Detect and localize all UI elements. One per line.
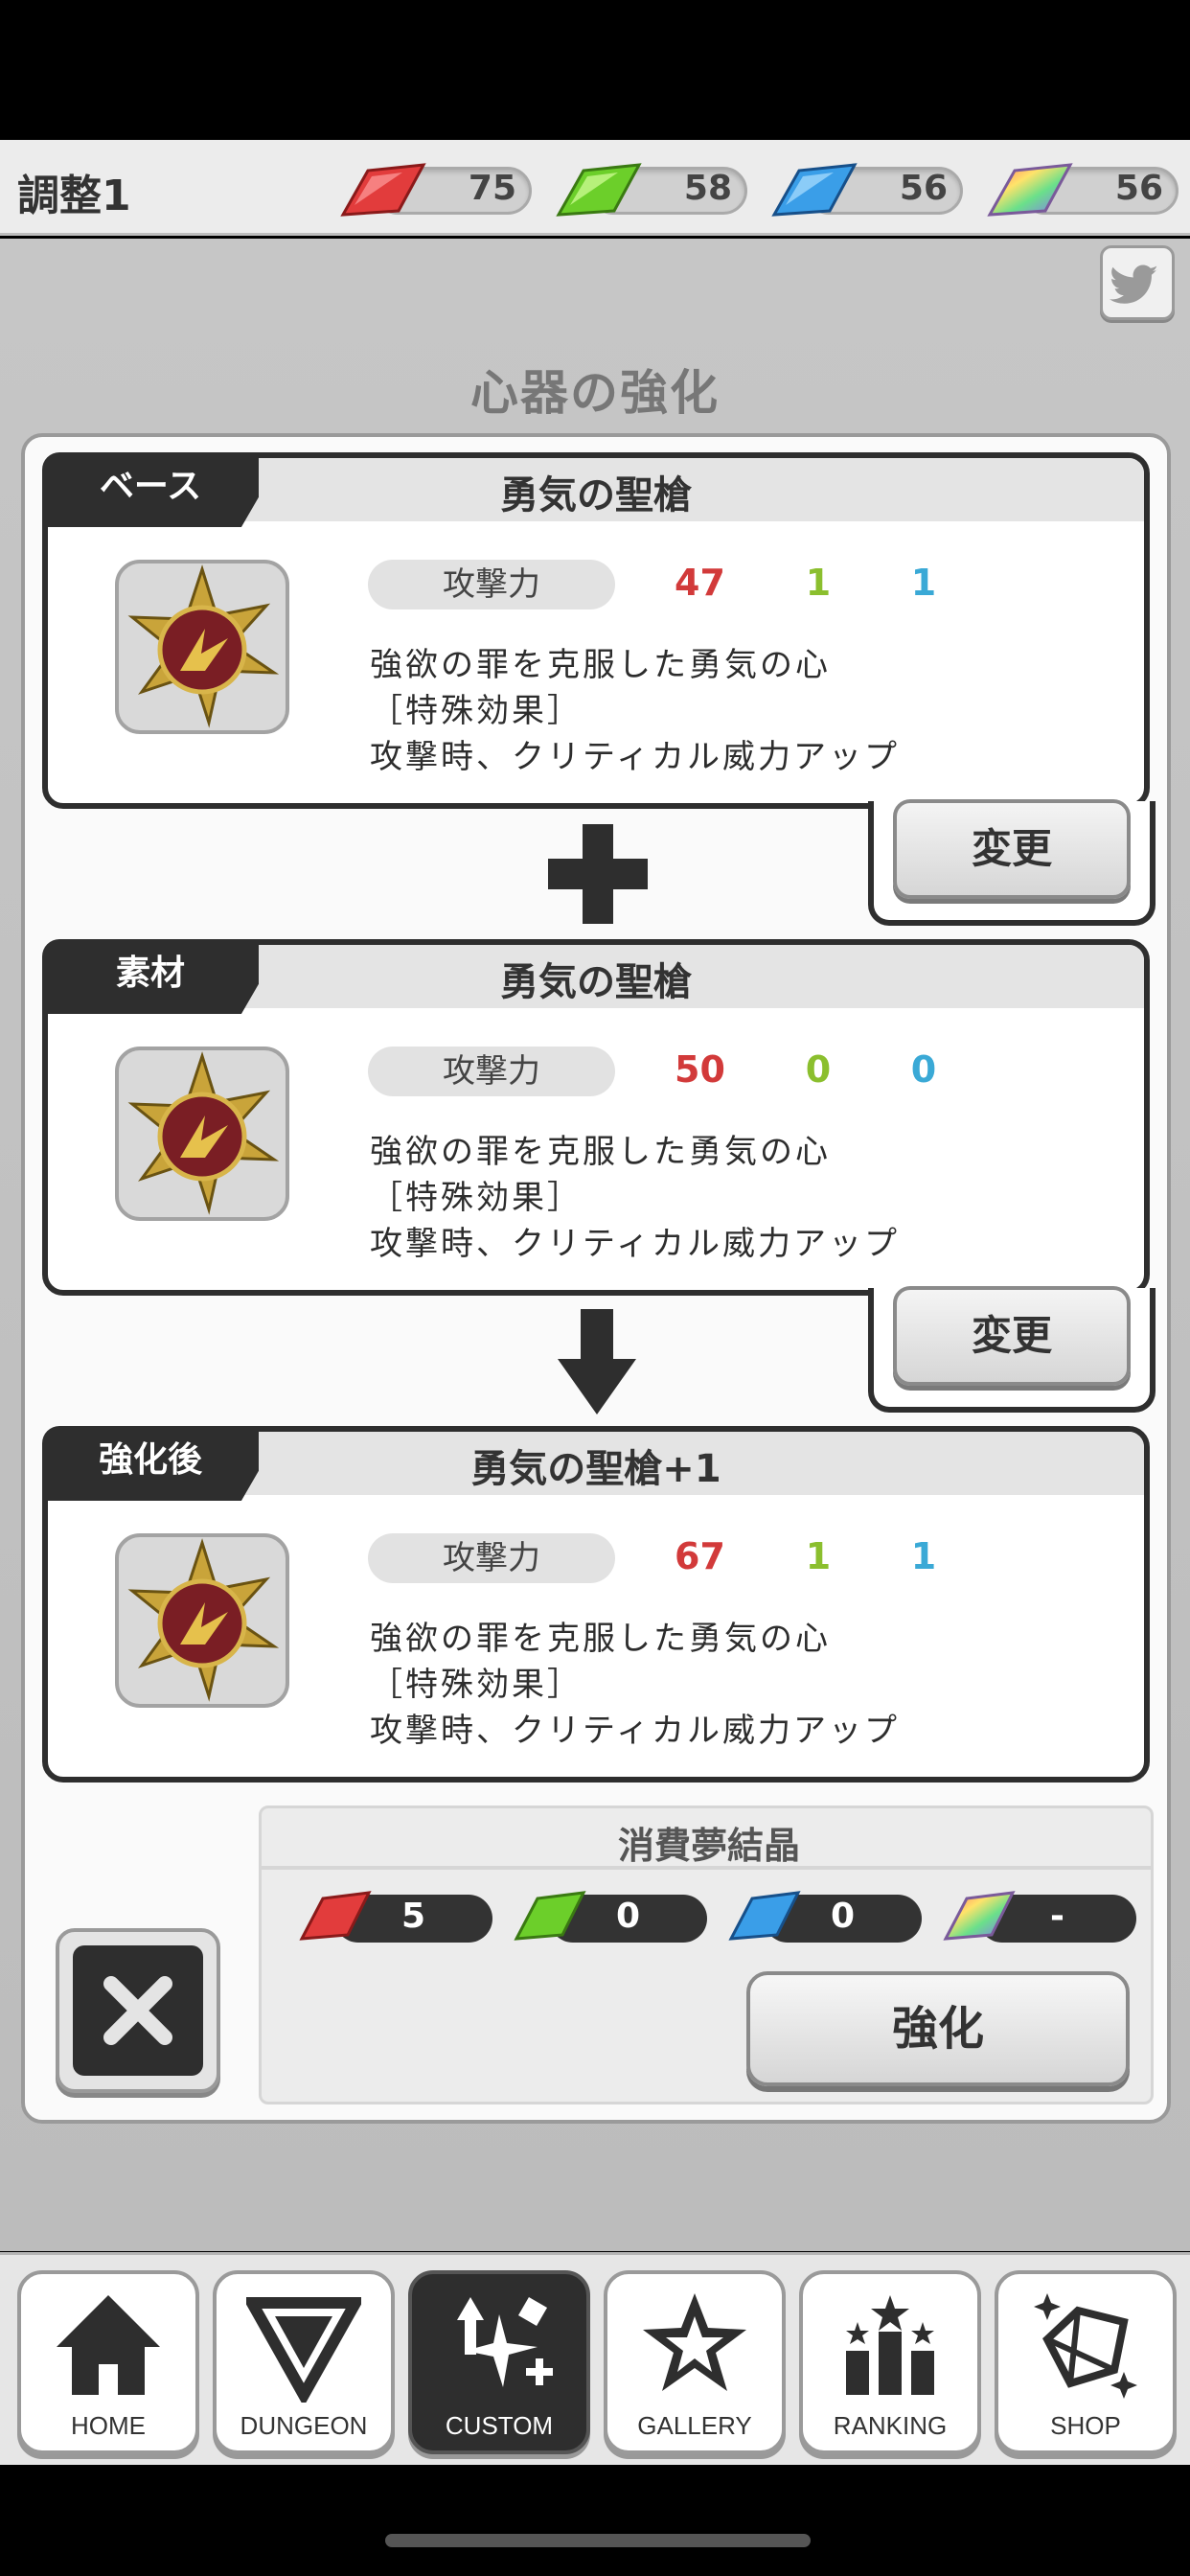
attack-green-value: 0 bbox=[805, 1048, 832, 1091]
close-button[interactable] bbox=[56, 1928, 220, 2093]
item-description: 強欲の罪を克服した勇気の心 ［特殊効果］ 攻撃時、クリティカル威力アップ bbox=[370, 642, 900, 780]
desc-line: 強欲の罪を克服した勇気の心 bbox=[370, 1620, 831, 1658]
attack-blue-value: 1 bbox=[910, 562, 937, 604]
attack-green-value: 1 bbox=[805, 562, 832, 604]
desc-line: 攻撃時、クリティカル威力アップ bbox=[370, 738, 900, 776]
bottom-nav: HOME DUNGEON CUSTOM GALLERY RANKING SHOP bbox=[0, 2252, 1190, 2465]
attack-red-value: 50 bbox=[675, 1048, 725, 1091]
nav-ranking[interactable]: RANKING bbox=[799, 2270, 981, 2454]
twitter-icon bbox=[1110, 264, 1158, 304]
enhance-button[interactable]: 強化 bbox=[746, 1971, 1130, 2086]
rainbow-crystal-icon bbox=[987, 163, 1073, 217]
bottom-safe-area bbox=[0, 2465, 1190, 2576]
item-description: 強欲の罪を克服した勇気の心 ［特殊効果］ 攻撃時、クリティカル威力アップ bbox=[370, 1129, 900, 1267]
custom-icon bbox=[457, 2296, 553, 2387]
attack-label: 攻撃力 bbox=[368, 1046, 615, 1096]
item-name: 勇気の聖槍 bbox=[500, 473, 692, 518]
home-icon bbox=[57, 2295, 160, 2395]
gem-count: 58 bbox=[683, 169, 732, 208]
green-crystal-icon bbox=[556, 163, 642, 217]
cost-green: 0 bbox=[511, 1889, 707, 1946]
item-name: 勇気の聖槍+1 bbox=[470, 1447, 721, 1491]
nav-gallery[interactable]: GALLERY bbox=[604, 2270, 786, 2454]
red-crystal-icon bbox=[340, 163, 426, 217]
down-arrow-icon bbox=[558, 1309, 636, 1414]
ranking-icon bbox=[846, 2295, 934, 2395]
gem-counter-blue: 56 bbox=[767, 161, 963, 218]
cost-rainbow: - bbox=[940, 1889, 1136, 1946]
blue-crystal-icon bbox=[771, 163, 858, 217]
cost-title: 消費夢結晶 bbox=[617, 1825, 800, 1867]
gem-counter-red: 75 bbox=[335, 161, 532, 218]
nav-home[interactable]: HOME bbox=[17, 2270, 199, 2454]
cost-blue: 0 bbox=[725, 1889, 922, 1946]
attack-red-value: 67 bbox=[675, 1535, 725, 1577]
close-icon bbox=[103, 1976, 172, 2045]
plus-icon bbox=[548, 824, 648, 924]
twitter-share-button[interactable] bbox=[1100, 245, 1175, 320]
nav-shop[interactable]: SHOP bbox=[995, 2270, 1177, 2454]
rainbow-crystal-icon bbox=[943, 1891, 1016, 1941]
cost-box: 消費夢結晶 5 0 0 - 強化 bbox=[259, 1806, 1154, 2104]
desc-line: ［特殊効果］ bbox=[370, 1666, 583, 1704]
home-indicator bbox=[385, 2534, 811, 2547]
gem-count: 56 bbox=[899, 169, 948, 208]
resource-bar: 調整1 75 58 56 56 bbox=[0, 140, 1190, 236]
attack-blue-value: 0 bbox=[910, 1048, 937, 1091]
desc-line: 攻撃時、クリティカル威力アップ bbox=[370, 1712, 900, 1750]
cost-red: 5 bbox=[296, 1889, 492, 1946]
desc-line: 攻撃時、クリティカル威力アップ bbox=[370, 1225, 900, 1263]
blue-crystal-icon bbox=[728, 1891, 801, 1941]
green-crystal-icon bbox=[514, 1891, 586, 1941]
shop-icon bbox=[1034, 2293, 1137, 2399]
page-title: 調整1 bbox=[17, 172, 131, 220]
nav-label: DUNGEON bbox=[240, 2411, 368, 2440]
item-description: 強欲の罪を克服した勇気の心 ［特殊効果］ 攻撃時、クリティカル威力アップ bbox=[370, 1616, 900, 1754]
nav-label: GALLERY bbox=[637, 2411, 752, 2440]
attack-red-value: 47 bbox=[675, 562, 725, 604]
nav-label: SHOP bbox=[1050, 2411, 1121, 2440]
holy-spear-icon bbox=[115, 560, 289, 734]
holy-spear-icon bbox=[115, 1046, 289, 1221]
attack-blue-value: 1 bbox=[910, 1535, 937, 1577]
gem-counter-rainbow: 56 bbox=[982, 161, 1179, 218]
base-change-button[interactable]: 変更 bbox=[893, 799, 1131, 899]
nav-label: CUSTOM bbox=[445, 2411, 554, 2440]
gallery-icon bbox=[643, 2293, 746, 2391]
attack-green-value: 1 bbox=[805, 1535, 832, 1577]
holy-spear-icon bbox=[115, 1533, 289, 1708]
desc-line: ［特殊効果］ bbox=[370, 692, 583, 730]
gem-count: 75 bbox=[468, 169, 516, 208]
nav-label: HOME bbox=[71, 2411, 146, 2440]
red-crystal-icon bbox=[299, 1891, 372, 1941]
gem-counter-green: 58 bbox=[551, 161, 747, 218]
desc-line: ［特殊効果］ bbox=[370, 1179, 583, 1217]
nav-label: RANKING bbox=[833, 2411, 948, 2440]
nav-dungeon[interactable]: DUNGEON bbox=[213, 2270, 395, 2454]
dungeon-icon bbox=[246, 2297, 361, 2403]
item-name: 勇気の聖槍 bbox=[500, 960, 692, 1004]
desc-line: 強欲の罪を克服した勇気の心 bbox=[370, 1133, 831, 1171]
desc-line: 強欲の罪を克服した勇気の心 bbox=[370, 646, 831, 684]
gem-count: 56 bbox=[1114, 169, 1163, 208]
attack-label: 攻撃力 bbox=[368, 1533, 615, 1583]
material-change-button[interactable]: 変更 bbox=[893, 1286, 1131, 1386]
screen-title: 心器の強化 bbox=[470, 365, 720, 421]
nav-custom[interactable]: CUSTOM bbox=[408, 2270, 590, 2454]
attack-label: 攻撃力 bbox=[368, 560, 615, 610]
status-bar bbox=[0, 0, 1190, 140]
